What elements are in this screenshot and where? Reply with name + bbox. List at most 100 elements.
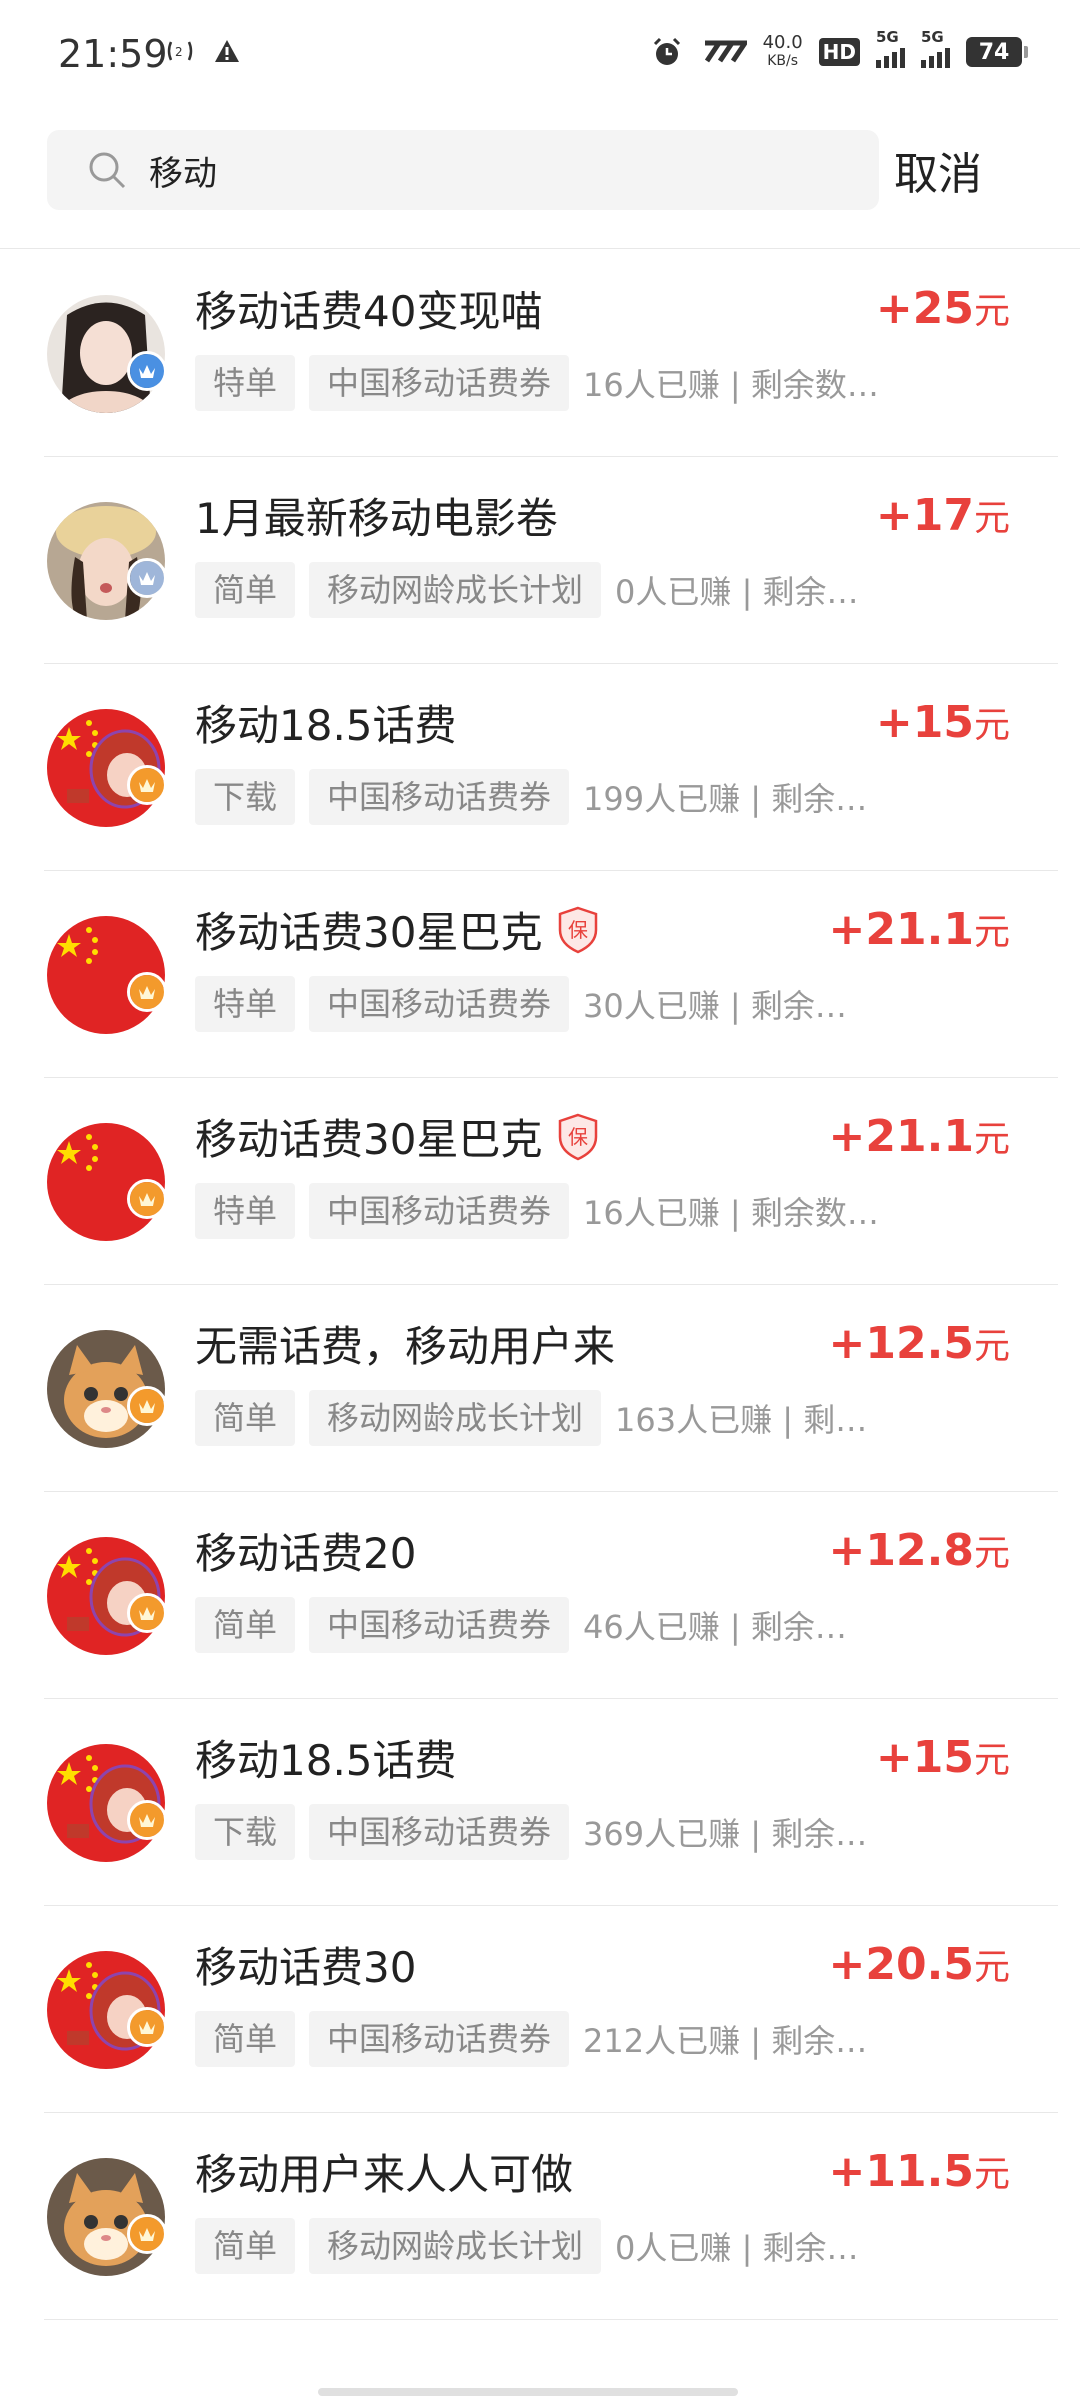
category-tag: 中国移动话费券 (309, 355, 570, 411)
type-tag: 简单 (195, 2218, 296, 2274)
list-item[interactable]: 移动话费30星巴克 保 +21.1元 特单 中国移动话费券 16人已赚 | 剩余… (0, 1078, 1080, 1285)
reward-value: +12.8 (828, 1525, 974, 1576)
divider (44, 2319, 1058, 2320)
type-tag: 特单 (195, 976, 296, 1032)
level-badge-icon (127, 972, 167, 1012)
type-tag: 特单 (195, 1183, 296, 1239)
reward-value: +15 (875, 697, 974, 748)
category-tag: 中国移动话费券 (309, 1597, 570, 1653)
category-tag: 中国移动话费券 (309, 976, 570, 1032)
cancel-button[interactable]: 取消 (894, 138, 982, 202)
type-tag: 简单 (195, 2011, 296, 2067)
reward-amount: +12.5元 (829, 1317, 1010, 1369)
reward-unit: 元 (973, 1533, 1010, 1574)
type-tag: 下载 (195, 1804, 296, 1860)
net-speed-unit: KB/s (767, 53, 799, 69)
svg-text:保: 保 (568, 1125, 588, 1149)
item-title: 移动话费30星巴克 (195, 908, 543, 957)
svg-text:保: 保 (568, 918, 588, 942)
reward-value: +20.5 (828, 1939, 974, 1990)
list-item[interactable]: 移动18.5话费 +15元 下载 中国移动话费券 369人已赚 | 剩余… (0, 1699, 1080, 1906)
earned-count: 0人已赚 | 剩余… (615, 573, 859, 611)
reward-value: +15 (875, 1732, 974, 1783)
level-badge-icon (127, 2214, 167, 2254)
reward-unit: 元 (973, 705, 1010, 746)
type-tag: 简单 (195, 1390, 296, 1446)
category-tag: 移动网龄成长计划 (309, 1390, 602, 1446)
list-item[interactable]: 无需话费，移动用户来 +12.5元 简单 移动网龄成长计划 163人已赚 | 剩… (0, 1285, 1080, 1492)
level-badge-icon (127, 1800, 167, 1840)
category-tag: 中国移动话费券 (309, 2011, 570, 2067)
item-title: 移动用户来人人可做 (195, 2150, 574, 2199)
reward-unit: 元 (973, 1326, 1010, 1367)
reward-amount: +21.1元 (829, 1110, 1010, 1162)
net-speed-value: 40.0 (762, 32, 803, 53)
reward-unit: 元 (973, 1740, 1010, 1781)
category-tag: 中国移动话费券 (309, 1804, 570, 1860)
earned-count: 30人已赚 | 剩余… (583, 987, 847, 1025)
guarantee-shield-icon: 保 (559, 1113, 598, 1160)
reward-unit: 元 (973, 291, 1010, 332)
earned-count: 369人已赚 | 剩余… (583, 1815, 868, 1853)
reward-value: +17 (875, 490, 974, 541)
reward-amount: +15元 (876, 696, 1010, 748)
reward-amount: +15元 (876, 1731, 1010, 1783)
level-badge-icon (127, 1386, 167, 1426)
earned-count: 163人已赚 | 剩… (615, 1401, 868, 1439)
list-item[interactable]: 移动话费30 +20.5元 简单 中国移动话费券 212人已赚 | 剩余… (0, 1906, 1080, 2113)
signal-2-icon: 5G (921, 28, 950, 68)
search-bar: 移动 取消 (0, 130, 1080, 220)
list-item[interactable]: 移动话费20 +12.8元 简单 中国移动话费券 46人已赚 | 剩余… (0, 1492, 1080, 1699)
type-tag: 特单 (195, 355, 296, 411)
list-item[interactable]: 移动用户来人人可做 +11.5元 简单 移动网龄成长计划 0人已赚 | 剩余… (0, 2113, 1080, 2320)
reward-amount: +21.1元 (829, 903, 1010, 955)
list-item[interactable]: 移动话费30星巴克 保 +21.1元 特单 中国移动话费券 30人已赚 | 剩余… (0, 871, 1080, 1078)
earned-count: 16人已赚 | 剩余数… (583, 1194, 879, 1232)
type-tag: 简单 (195, 1597, 296, 1653)
reward-unit: 元 (973, 2154, 1010, 2195)
svg-text:2: 2 (175, 45, 183, 59)
hd-badge: HD (818, 38, 860, 66)
level-badge-icon (127, 351, 167, 391)
warning-icon (215, 40, 239, 62)
reward-unit: 元 (973, 498, 1010, 539)
item-title: 移动话费30星巴克 (195, 1115, 543, 1164)
reward-unit: 元 (973, 1119, 1010, 1160)
home-indicator[interactable] (318, 2388, 738, 2396)
nfc-icon: 2 (167, 41, 193, 61)
search-icon (89, 152, 126, 189)
reward-amount: +12.8元 (829, 1524, 1010, 1576)
item-title: 移动18.5话费 (195, 1736, 457, 1785)
earned-count: 16人已赚 | 剩余数… (583, 366, 879, 404)
item-title: 无需话费，移动用户来 (195, 1322, 616, 1371)
level-badge-icon (127, 1179, 167, 1219)
battery-icon: 74 (966, 37, 1028, 67)
status-time: 21:59 (58, 32, 168, 76)
earned-count: 199人已赚 | 剩余… (583, 780, 868, 818)
earned-count: 212人已赚 | 剩余… (583, 2022, 868, 2060)
list-item[interactable]: 移动话费40变现喵 +25元 特单 中国移动话费券 16人已赚 | 剩余数… (0, 250, 1080, 457)
list-item[interactable]: 移动18.5话费 +15元 下载 中国移动话费券 199人已赚 | 剩余… (0, 664, 1080, 871)
status-bar: 21:59 2 40.0 KB/s HD 5G 5G 74 (0, 0, 1080, 110)
search-query: 移动 (149, 153, 217, 194)
earned-count: 46人已赚 | 剩余… (583, 1608, 847, 1646)
reward-value: +12.5 (828, 1318, 974, 1369)
level-badge-icon (127, 558, 167, 598)
guarantee-shield-icon: 保 (559, 906, 598, 953)
item-title: 移动话费30 (195, 1943, 417, 1992)
category-tag: 移动网龄成长计划 (309, 2218, 602, 2274)
item-title: 移动话费20 (195, 1529, 417, 1578)
carrier-logo-icon (704, 40, 747, 63)
level-badge-icon (127, 765, 167, 805)
reward-amount: +20.5元 (829, 1938, 1010, 1990)
category-tag: 移动网龄成长计划 (309, 562, 602, 618)
search-input[interactable]: 移动 (47, 130, 879, 210)
signal-1-icon: 5G (876, 28, 905, 68)
type-tag: 简单 (195, 562, 296, 618)
list-item[interactable]: 1月最新移动电影卷 +17元 简单 移动网龄成长计划 0人已赚 | 剩余… (0, 457, 1080, 664)
category-tag: 中国移动话费券 (309, 769, 570, 825)
earned-count: 0人已赚 | 剩余… (615, 2229, 859, 2267)
item-title: 1月最新移动电影卷 (195, 494, 558, 543)
reward-amount: +25元 (876, 282, 1010, 334)
type-tag: 下载 (195, 769, 296, 825)
